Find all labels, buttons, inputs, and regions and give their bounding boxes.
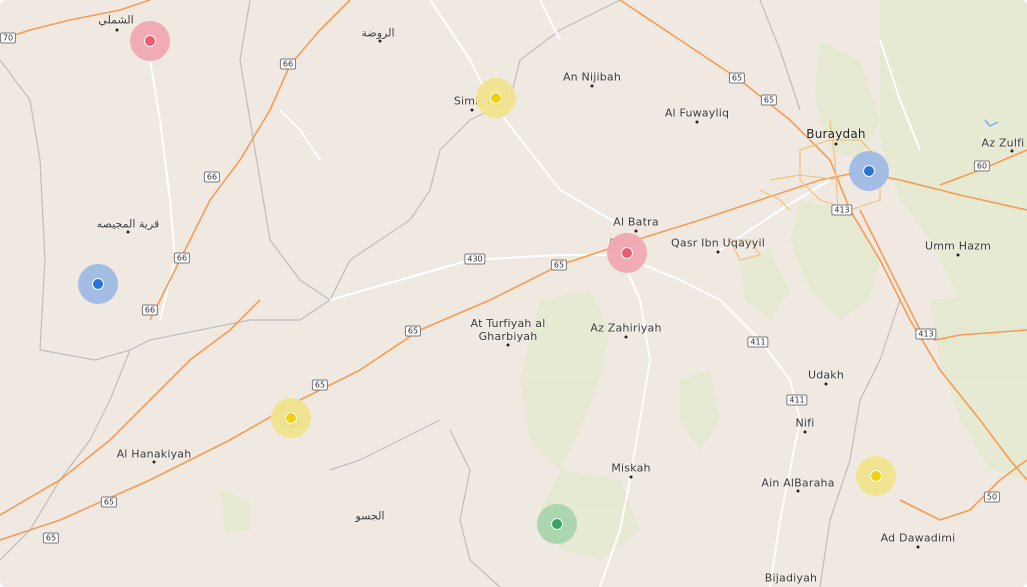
marker-pin-icon bbox=[863, 165, 875, 177]
route-shield: 65 bbox=[404, 325, 422, 337]
marker-pink-albatra[interactable] bbox=[607, 233, 647, 273]
place-label: Qasr Ibn Uqayyil bbox=[671, 236, 765, 250]
place-dot bbox=[834, 142, 838, 146]
place-dot bbox=[916, 545, 920, 549]
place-label: An Nijibah bbox=[562, 70, 622, 84]
place-label: Al Hanakiyah bbox=[116, 447, 192, 461]
route-shield: 66 bbox=[173, 252, 191, 264]
route-shield: 430 bbox=[464, 253, 486, 265]
route-shield: 50 bbox=[983, 491, 1001, 503]
place-label: الروضة bbox=[361, 26, 395, 40]
place-dot bbox=[115, 28, 119, 32]
place-dot bbox=[152, 460, 156, 464]
place-label: قرية المجيصه bbox=[96, 217, 160, 231]
marker-yellow-alhayj[interactable] bbox=[271, 398, 311, 438]
place-label: Al Batra bbox=[613, 215, 659, 229]
marker-green-south[interactable] bbox=[537, 504, 577, 544]
route-shield: 65 bbox=[728, 72, 746, 84]
marker-blue-west[interactable] bbox=[78, 264, 118, 304]
marker-yellow-east[interactable] bbox=[856, 456, 896, 496]
route-shield: 66 bbox=[203, 171, 221, 183]
route-shield: 65 bbox=[100, 496, 118, 508]
route-shield: 411 bbox=[747, 336, 769, 348]
place-dot bbox=[796, 489, 800, 493]
route-shield: 70 bbox=[0, 32, 17, 44]
place-dot bbox=[956, 253, 960, 257]
place-label: Miskah bbox=[611, 461, 651, 475]
marker-pink-northwest[interactable] bbox=[130, 21, 170, 61]
route-shield: 411 bbox=[786, 394, 808, 406]
place-label: Az Zulfi bbox=[981, 136, 1025, 150]
route-shield: 60 bbox=[973, 160, 991, 172]
marker-pin-icon bbox=[490, 92, 502, 104]
marker-pin-icon bbox=[285, 412, 297, 424]
vegetation-areas bbox=[220, 0, 1027, 560]
marker-pin-icon bbox=[621, 247, 633, 259]
place-dot bbox=[695, 120, 699, 124]
map-canvas[interactable]: الشملي الروضة Simira An Nijibah Al Fuwayliq B… bbox=[0, 0, 1027, 587]
route-shield: 66 bbox=[279, 58, 297, 70]
place-dot bbox=[716, 250, 720, 254]
place-label: Al Fuwayliq bbox=[664, 106, 730, 120]
marker-pin-icon bbox=[551, 518, 563, 530]
place-label: Ain AlBaraha bbox=[761, 476, 835, 490]
marker-pin-icon bbox=[870, 470, 882, 482]
place-label: Udakh bbox=[807, 368, 845, 382]
place-label: Bijadiyah bbox=[764, 571, 818, 585]
place-label: Ad Dawadimi bbox=[880, 531, 956, 545]
place-label: Nifi bbox=[795, 416, 815, 430]
place-dot bbox=[470, 108, 474, 112]
route-shield: 65 bbox=[311, 379, 329, 391]
route-shield: 65 bbox=[42, 532, 60, 544]
place-dot bbox=[590, 84, 594, 88]
place-dot bbox=[624, 335, 628, 339]
place-dot bbox=[803, 430, 807, 434]
place-label: At Turfiyah al Gharbiyah bbox=[470, 317, 546, 343]
marker-blue-buraydah[interactable] bbox=[849, 151, 889, 191]
place-dot bbox=[506, 343, 510, 347]
place-dot bbox=[126, 230, 130, 234]
place-dot bbox=[1010, 149, 1014, 153]
route-shield: 65 bbox=[760, 94, 778, 106]
marker-yellow-simira[interactable] bbox=[476, 78, 516, 118]
place-dot bbox=[824, 382, 828, 386]
marker-pin-icon bbox=[92, 278, 104, 290]
place-label: الجسو bbox=[355, 509, 385, 523]
place-label: Umm Hazm bbox=[924, 239, 992, 253]
minor-roads bbox=[149, 0, 921, 587]
place-label: Az Zahiriyah bbox=[590, 321, 662, 335]
route-shield: 413 bbox=[831, 204, 853, 216]
marker-pin-icon bbox=[144, 35, 156, 47]
place-label: Buraydah bbox=[806, 127, 866, 141]
place-label: الشملي bbox=[98, 13, 134, 27]
route-shield: 66 bbox=[141, 304, 159, 316]
place-dot bbox=[378, 39, 382, 43]
place-dot bbox=[629, 475, 633, 479]
route-shield: 65 bbox=[550, 259, 568, 271]
place-dot bbox=[634, 229, 638, 233]
route-shield: 413 bbox=[915, 328, 937, 340]
